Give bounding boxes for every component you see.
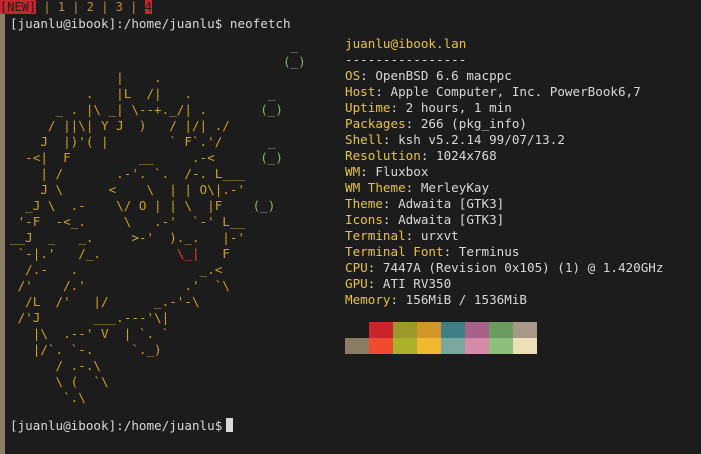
info-key: CPU: [345, 260, 368, 275]
info-value: 7447A (Revision 0x105) (1) @ 1.420GHz: [382, 260, 664, 275]
info-key: Terminal Font: [345, 244, 444, 259]
info-value: OpenBSD 6.6 macppc: [375, 68, 512, 83]
info-value: ATI RV350: [382, 276, 452, 291]
info-key: WM Theme: [345, 180, 406, 195]
palette-swatch: [417, 338, 441, 354]
info-key: WM: [345, 164, 361, 179]
info-value: 156MiB / 1536MiB: [405, 292, 527, 307]
terminal-window[interactable]: [juanlu@ibook]:/home/juanlu$ neofetch _ …: [10, 16, 693, 454]
palette-swatch: [441, 322, 465, 338]
text-cursor: [226, 418, 234, 432]
info-value: 266 (pkg_info): [420, 116, 527, 131]
palette-swatch: [441, 338, 465, 354]
tab-4[interactable]: 4: [144, 0, 152, 14]
info-key: Memory: [345, 292, 391, 307]
info-value: 1024x768: [436, 148, 497, 163]
palette-row-normal: [345, 322, 537, 338]
palette-swatch: [465, 322, 489, 338]
info-key: OS: [345, 68, 361, 83]
tab-1[interactable]: 1: [58, 0, 65, 14]
info-value: Adwaita [GTK3]: [398, 196, 505, 211]
info-value: urxvt: [420, 228, 459, 243]
palette-swatch: [369, 322, 393, 338]
palette-swatch: [465, 338, 489, 354]
info-value: ksh v5.2.14 99/07/13.2: [398, 132, 565, 147]
info-key: Packages: [345, 116, 406, 131]
palette-swatch: [513, 322, 537, 338]
header-underline: ----------------: [345, 52, 467, 67]
info-key: Uptime: [345, 100, 391, 115]
info-value: Apple Computer, Inc. PowerBook6,7: [390, 84, 641, 99]
info-value: MerleyKay: [420, 180, 490, 195]
palette-swatch: [369, 338, 393, 354]
info-value: Terminus: [458, 244, 520, 259]
palette-swatch: [417, 322, 441, 338]
info-key: Resolution: [345, 148, 421, 163]
shell-prompt: [juanlu@ibook]:/home/juanlu$: [10, 16, 223, 31]
openbsd-ascii-logo: _ (_) | . . |L /| . _ _ . |\ _| \--+._/|…: [10, 38, 306, 405]
tab-new[interactable]: [NEW]: [0, 0, 37, 14]
palette-row-bright: [345, 338, 537, 354]
command-text: neofetch: [229, 16, 291, 31]
command-line: [juanlu@ibook]:/home/juanlu$ neofetch: [10, 16, 291, 32]
user-host: juanlu@ibook.lan: [345, 36, 467, 51]
palette-swatch: [345, 338, 369, 354]
color-palette: [345, 322, 537, 354]
tab-3[interactable]: 3: [116, 0, 123, 14]
palette-swatch: [345, 322, 369, 338]
final-prompt-line[interactable]: [juanlu@ibook]:/home/juanlu$: [10, 418, 234, 434]
tab-bar: [NEW] | 1 | 2 | 3 | 4: [0, 0, 701, 14]
shell-prompt: [juanlu@ibook]:/home/juanlu$: [10, 418, 223, 433]
info-value: Adwaita [GTK3]: [398, 212, 505, 227]
info-key: GPU: [345, 276, 368, 291]
tab-2[interactable]: 2: [87, 0, 94, 14]
palette-swatch: [393, 338, 417, 354]
info-key: Terminal: [345, 228, 406, 243]
palette-swatch: [393, 322, 417, 338]
info-value: Fluxbox: [375, 164, 429, 179]
palette-swatch: [489, 338, 513, 354]
palette-swatch: [513, 338, 537, 354]
info-key: Theme: [345, 196, 383, 211]
info-value: 2 hours, 1 min: [405, 100, 512, 115]
system-info: juanlu@ibook.lan ---------------- OS: Op…: [345, 36, 664, 307]
info-key: Icons: [345, 212, 383, 227]
info-key: Host: [345, 84, 376, 99]
palette-swatch: [489, 322, 513, 338]
info-key: Shell: [345, 132, 383, 147]
terminal-scrollbar[interactable]: [0, 14, 5, 454]
